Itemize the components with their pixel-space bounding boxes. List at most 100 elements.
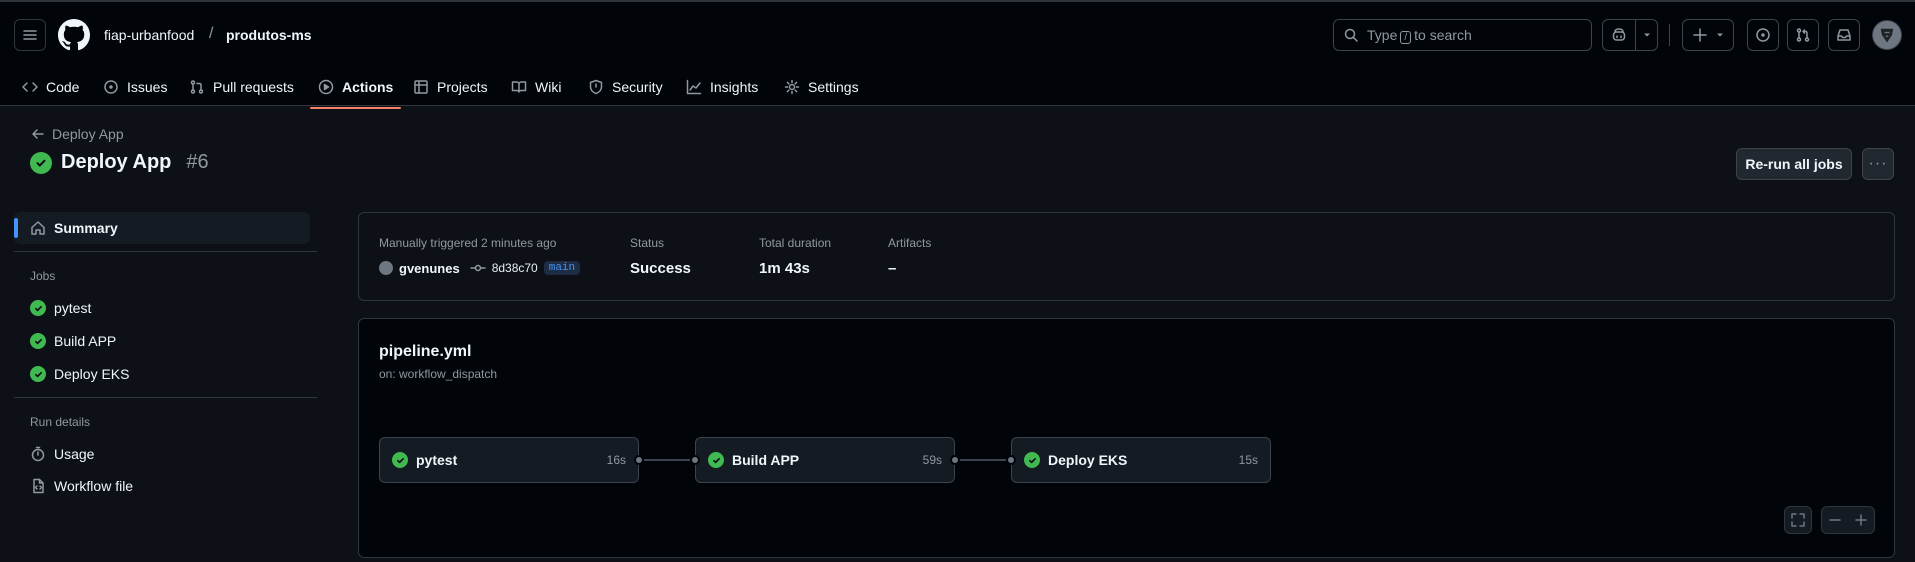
gear-icon: [784, 79, 800, 95]
run-details-heading: Run details: [30, 415, 91, 429]
sidebar-item-label: Build APP: [54, 333, 117, 349]
success-check-icon: [1024, 452, 1040, 468]
search-input[interactable]: Type / to search: [1333, 19, 1592, 51]
issues-button[interactable]: [1747, 19, 1779, 51]
menu-button[interactable]: [14, 19, 46, 51]
sidebar-item-label: Workflow file: [54, 478, 134, 494]
job-node-build-app[interactable]: Build APP 59s: [695, 437, 955, 483]
kebab-icon: ···: [1868, 155, 1888, 172]
branch-label[interactable]: main: [543, 261, 581, 275]
copilot-dropdown-button[interactable]: [1636, 20, 1657, 50]
job-output-port: [950, 455, 960, 465]
fullscreen-icon: [1791, 513, 1805, 527]
workflow-file-name: pipeline.yml: [379, 343, 472, 360]
copilot-icon: [1612, 28, 1626, 41]
github-logo-icon[interactable]: [58, 19, 90, 51]
search-placeholder: Type / to search: [1367, 26, 1472, 44]
graph-icon: [686, 79, 702, 95]
pull-request-icon: [190, 80, 204, 94]
job-name: Deploy EKS: [1048, 452, 1128, 468]
breadcrumb-owner[interactable]: fiap-urbanfood: [104, 27, 194, 43]
shield-icon: [589, 79, 603, 95]
success-check-icon: [30, 366, 46, 382]
user-avatar[interactable]: [1872, 20, 1902, 50]
sidebar-divider: [14, 397, 317, 398]
zoom-out-icon[interactable]: [1827, 512, 1843, 528]
job-connector: [955, 459, 1013, 461]
book-icon: [511, 81, 527, 93]
run-summary-card: Manually triggered 2 minutes ago gvenune…: [358, 212, 1895, 301]
status-value: Success: [630, 260, 691, 277]
success-check-icon: [392, 452, 408, 468]
commit-sha-link[interactable]: 8d38c70: [492, 261, 538, 275]
zoom-in-icon[interactable]: [1853, 512, 1869, 528]
run-number: #6: [186, 151, 209, 173]
actor-avatar[interactable]: [379, 261, 393, 275]
job-node-pytest[interactable]: pytest 16s: [379, 437, 639, 483]
tab-wiki-label: Wiki: [535, 79, 562, 95]
sidebar-job-build-app[interactable]: Build APP: [14, 325, 310, 357]
search-icon: [1344, 28, 1358, 42]
header-divider: [1669, 24, 1670, 46]
tab-settings[interactable]: Settings: [776, 66, 867, 108]
job-duration: 16s: [606, 453, 626, 467]
tab-projects[interactable]: Projects: [405, 66, 496, 108]
job-input-port: [1006, 455, 1016, 465]
status-label: Status: [630, 236, 665, 250]
job-duration: 15s: [1238, 453, 1258, 467]
tab-security[interactable]: Security: [580, 66, 671, 108]
stopwatch-icon: [31, 446, 45, 462]
tab-settings-label: Settings: [808, 79, 859, 95]
plus-icon: [1693, 28, 1707, 42]
back-to-workflow-link[interactable]: Deploy App: [30, 126, 124, 142]
inbox-icon: [1837, 29, 1851, 41]
success-check-icon: [708, 452, 724, 468]
pull-requests-button[interactable]: [1787, 19, 1819, 51]
breadcrumb-separator: /: [209, 25, 214, 42]
caret-down-icon: [1643, 33, 1650, 37]
inbox-button[interactable]: [1828, 19, 1860, 51]
tab-issues-label: Issues: [127, 79, 168, 95]
tab-pull-requests[interactable]: Pull requests: [181, 66, 302, 108]
artifacts-label: Artifacts: [888, 236, 932, 250]
tab-actions[interactable]: Actions: [310, 66, 402, 109]
tab-pull-requests-label: Pull requests: [213, 79, 294, 95]
sidebar-item-label: pytest: [54, 300, 92, 316]
artifacts-value: –: [888, 260, 897, 277]
copilot-button[interactable]: [1603, 20, 1636, 50]
rerun-all-jobs-button[interactable]: Re-run all jobs: [1736, 148, 1852, 180]
job-name: pytest: [416, 452, 458, 468]
tab-issues[interactable]: Issues: [95, 66, 175, 108]
sidebar-job-deploy-eks[interactable]: Deploy EKS: [14, 358, 310, 390]
workflow-trigger: on: workflow_dispatch: [379, 367, 498, 381]
workflow-graph-card: pipeline.yml on: workflow_dispatch pytes…: [358, 318, 1895, 558]
tab-actions-label: Actions: [342, 79, 394, 95]
sidebar-job-pytest[interactable]: pytest: [14, 292, 310, 324]
zoom-controls: [1821, 506, 1875, 534]
arrow-left-icon: [32, 129, 44, 139]
sidebar-item-summary[interactable]: Summary: [14, 212, 310, 244]
duration-label: Total duration: [759, 236, 832, 250]
caret-down-icon: [1717, 33, 1723, 37]
duration-value: 1m 43s: [759, 260, 810, 277]
sidebar-item-workflow-file[interactable]: Workflow file: [14, 470, 310, 502]
tab-insights[interactable]: Insights: [678, 66, 766, 108]
repo-nav: Code Issues Pull requests Actions Projec…: [0, 66, 1915, 109]
global-header: fiap-urbanfood / produtos-ms Type / to sea…: [0, 0, 1915, 109]
sidebar-item-label: Summary: [54, 220, 118, 236]
create-new-button[interactable]: [1682, 19, 1734, 51]
sidebar-item-usage[interactable]: Usage: [14, 438, 310, 470]
job-node-deploy-eks[interactable]: Deploy EKS 15s: [1011, 437, 1271, 483]
more-options-button[interactable]: ···: [1862, 148, 1894, 180]
tab-code[interactable]: Code: [14, 66, 87, 108]
fullscreen-button[interactable]: [1784, 506, 1812, 534]
avatar-icon: [1880, 28, 1894, 43]
copilot-button-group[interactable]: [1602, 19, 1658, 51]
breadcrumb-repo[interactable]: produtos-ms: [226, 27, 312, 43]
file-code-icon: [33, 478, 44, 494]
tab-wiki[interactable]: Wiki: [503, 66, 569, 108]
job-duration: 59s: [922, 453, 942, 467]
job-connector: [639, 459, 697, 461]
actor-link[interactable]: gvenunes: [399, 261, 460, 276]
job-name: Build APP: [732, 452, 800, 468]
